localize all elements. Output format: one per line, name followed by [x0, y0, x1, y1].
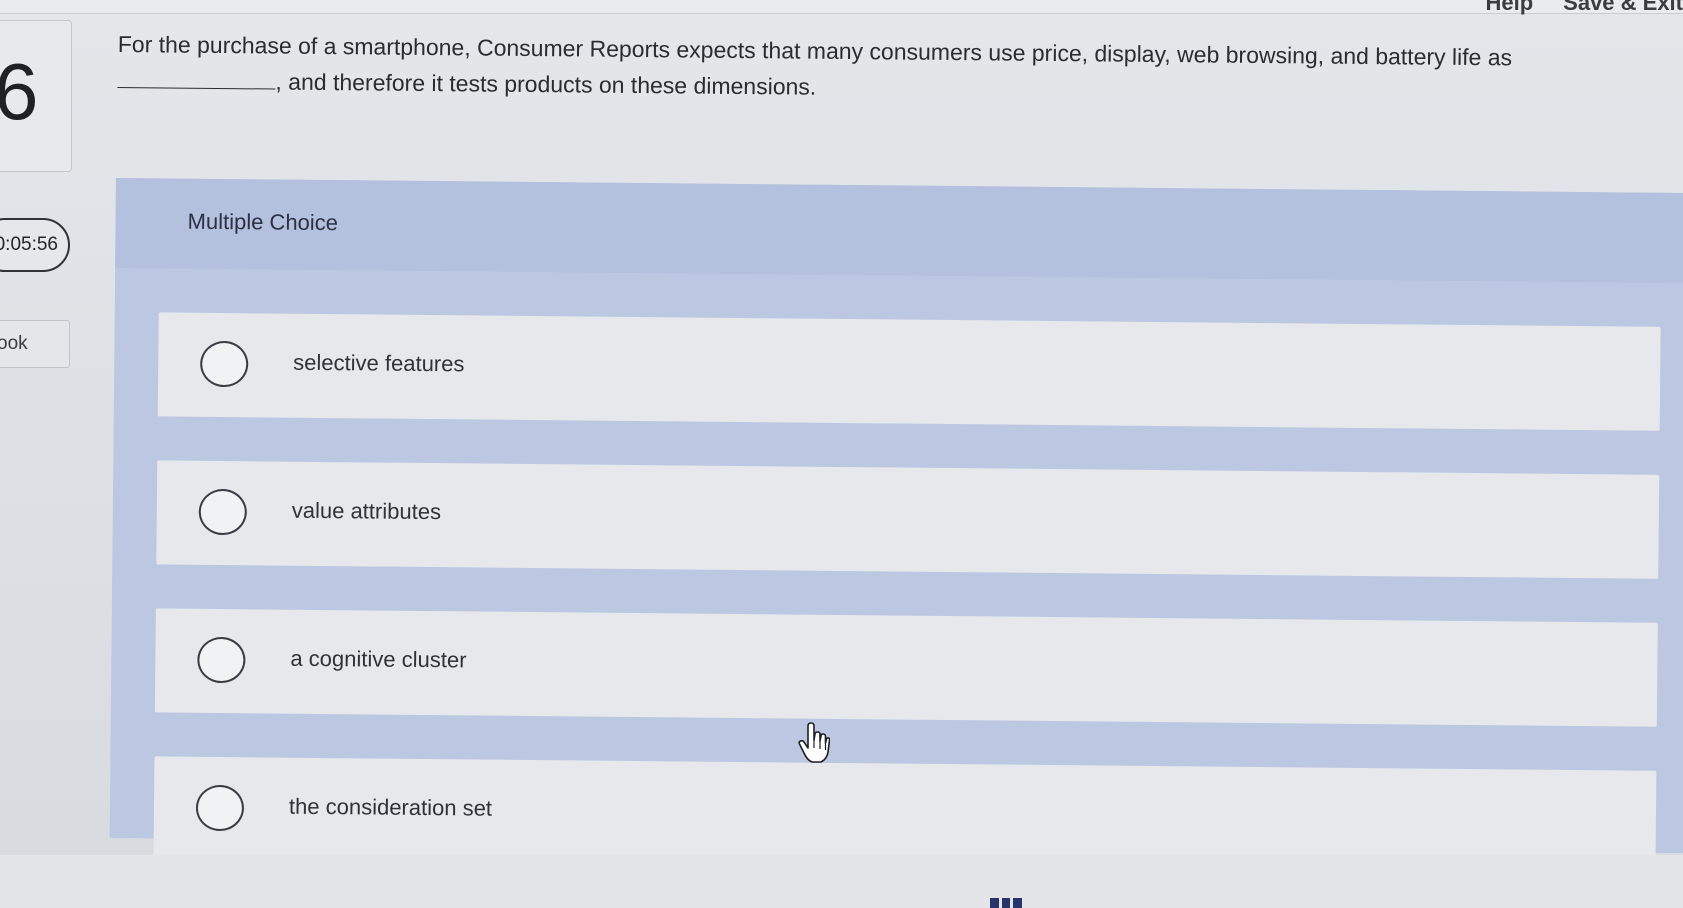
timer-text: 0:05:56	[0, 234, 58, 255]
radio-button[interactable]	[195, 784, 245, 832]
question-text: For the purchase of a smartphone, Consum…	[117, 26, 1658, 113]
option-text: value attributes	[291, 497, 442, 525]
multiple-choice-panel: Multiple Choice selective features value…	[109, 178, 1683, 875]
top-header	[0, 0, 1683, 14]
option-text: a cognitive cluster	[290, 645, 467, 673]
answer-option[interactable]: value attributes	[156, 460, 1660, 579]
question-number: 6	[0, 47, 39, 136]
question-text-before: For the purchase of a smartphone, Consum…	[117, 30, 1513, 71]
option-text: selective features	[293, 349, 465, 377]
ebook-button[interactable]: ook	[0, 320, 70, 368]
save-exit-button[interactable]: Save & Exit	[1563, 0, 1683, 15]
question-text-after: , and therefore it tests products on the…	[275, 68, 817, 100]
progress-dot	[1013, 898, 1023, 908]
hand-pointer-icon	[798, 722, 830, 763]
timer-badge: 0:05:56	[0, 218, 70, 272]
radio-button[interactable]	[198, 488, 248, 536]
answer-option[interactable]: selective features	[157, 312, 1661, 431]
header-actions: Help Save & Exit	[1485, 0, 1683, 15]
radio-button[interactable]	[199, 340, 249, 388]
answer-option[interactable]: a cognitive cluster	[154, 608, 1658, 727]
radio-button[interactable]	[197, 636, 246, 684]
bottom-bar	[0, 855, 1683, 908]
quiz-page: Help Save & Exit 6 0:05:56 ook For the p…	[0, 0, 1683, 908]
progress-dots	[990, 898, 1023, 908]
ebook-label: ook	[0, 333, 28, 354]
multiple-choice-label: Multiple Choice	[187, 208, 339, 236]
answer-blank	[117, 69, 276, 90]
progress-dot	[990, 898, 999, 908]
progress-dot	[1001, 898, 1011, 908]
multiple-choice-header	[115, 178, 1683, 284]
option-text: the consideration set	[288, 793, 493, 821]
help-button[interactable]: Help	[1485, 0, 1533, 15]
